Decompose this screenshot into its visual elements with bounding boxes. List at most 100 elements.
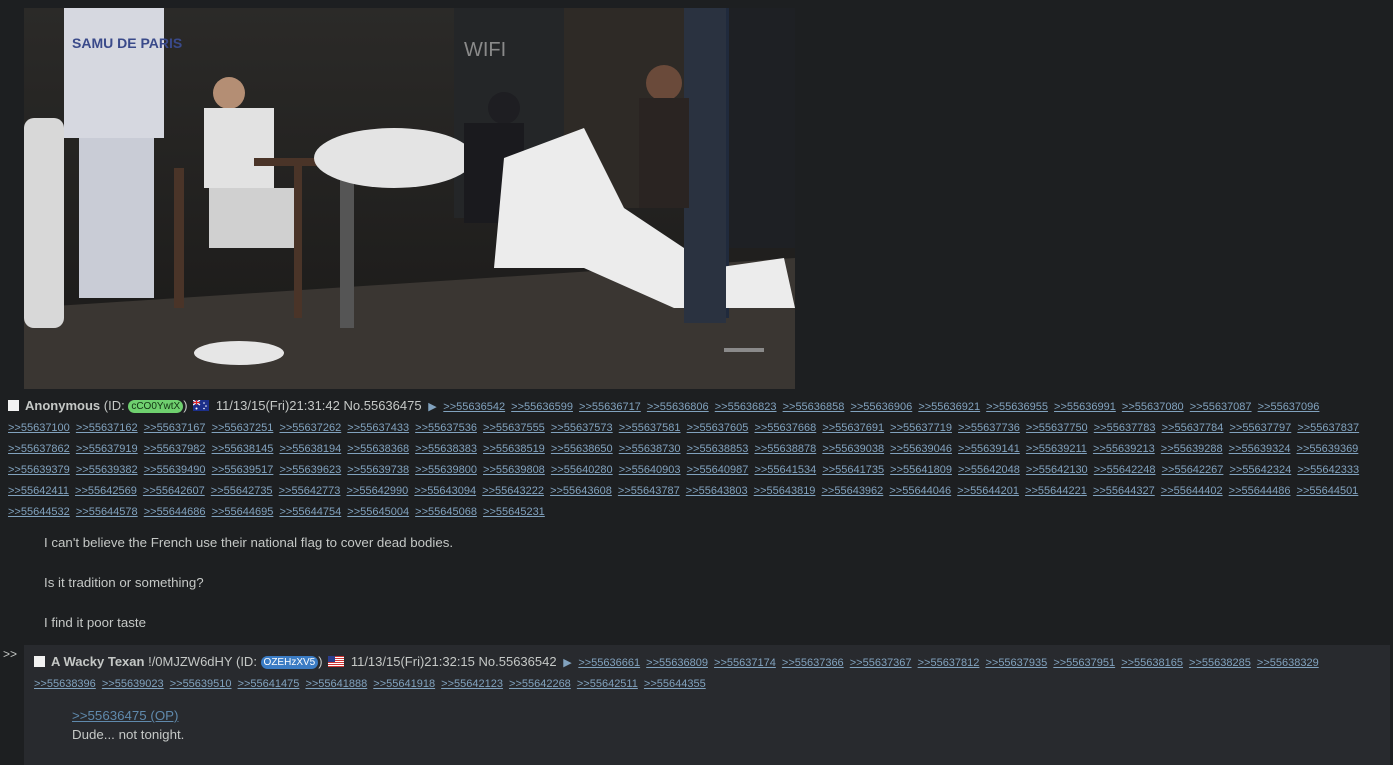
backlink[interactable]: >>55636955	[986, 401, 1048, 413]
backlink[interactable]: >>55642773	[279, 485, 341, 497]
backlink[interactable]: >>55639324	[1229, 443, 1291, 455]
backlink[interactable]: >>55639141	[958, 443, 1020, 455]
backlink[interactable]: >>55637982	[144, 443, 206, 455]
backlink[interactable]: >>55644578	[76, 506, 138, 518]
backlink[interactable]: >>55637783	[1094, 422, 1156, 434]
backlink[interactable]: >>55642267	[1162, 464, 1224, 476]
backlink[interactable]: >>55639038	[822, 443, 884, 455]
reply-select-checkbox[interactable]	[34, 656, 45, 667]
backlink[interactable]: >>55636906	[850, 401, 912, 413]
backlink[interactable]: >>55636542	[443, 401, 505, 413]
backlink[interactable]: >>55637162	[76, 422, 138, 434]
backlink[interactable]: >>55639369	[1297, 443, 1359, 455]
backlink[interactable]: >>55639023	[102, 678, 164, 690]
backlink[interactable]: >>55640280	[551, 464, 613, 476]
backlink[interactable]: >>55638285	[1189, 657, 1251, 669]
backlink[interactable]: >>55637605	[687, 422, 749, 434]
backlink[interactable]: >>55636991	[1054, 401, 1116, 413]
backlink[interactable]: >>55642569	[75, 485, 137, 497]
backlink[interactable]: >>55640987	[687, 464, 749, 476]
backlink[interactable]: >>55641534	[754, 464, 816, 476]
post-menu-arrow-icon[interactable]: ▶	[428, 398, 436, 417]
op-poster-id[interactable]: cCO0YwtX	[128, 400, 184, 413]
backlink[interactable]: >>55638396	[34, 678, 96, 690]
backlink[interactable]: >>55641735	[822, 464, 884, 476]
op-image[interactable]: WIFI SAMU DE PARIS	[24, 8, 795, 389]
backlink[interactable]: >>55642324	[1229, 464, 1291, 476]
backlink[interactable]: >>55637691	[822, 422, 884, 434]
backlink[interactable]: >>55637087	[1190, 401, 1252, 413]
backlink[interactable]: >>55636661	[578, 657, 640, 669]
backlink[interactable]: >>55639211	[1026, 443, 1087, 455]
backlink[interactable]: >>55643222	[482, 485, 544, 497]
op-select-checkbox[interactable]	[8, 400, 19, 411]
backlink[interactable]: >>55639738	[347, 464, 409, 476]
backlink[interactable]: >>55637935	[985, 657, 1047, 669]
backlink[interactable]: >>55644754	[279, 506, 341, 518]
backlink[interactable]: >>55637366	[782, 657, 844, 669]
backlink[interactable]: >>55638519	[483, 443, 545, 455]
backlink[interactable]: >>55644221	[1025, 485, 1087, 497]
backlink[interactable]: >>55636921	[918, 401, 980, 413]
backlink[interactable]: >>55643962	[822, 485, 884, 497]
backlink[interactable]: >>55644486	[1229, 485, 1291, 497]
backlink[interactable]: >>55642333	[1297, 464, 1359, 476]
backlink[interactable]: >>55639517	[212, 464, 274, 476]
backlink[interactable]: >>55641809	[890, 464, 952, 476]
backlink[interactable]: >>55642048	[958, 464, 1020, 476]
backlink[interactable]: >>55645004	[347, 506, 409, 518]
backlink[interactable]: >>55639808	[483, 464, 545, 476]
backlink[interactable]: >>55644501	[1297, 485, 1359, 497]
backlink[interactable]: >>55638383	[415, 443, 477, 455]
backlink[interactable]: >>55644695	[212, 506, 274, 518]
backlink[interactable]: >>55642130	[1026, 464, 1088, 476]
backlink[interactable]: >>55639510	[170, 678, 232, 690]
backlink[interactable]: >>55642990	[346, 485, 408, 497]
backlink[interactable]: >>55644532	[8, 506, 70, 518]
backlink[interactable]: >>55643608	[550, 485, 612, 497]
backlink[interactable]: >>55639213	[1093, 443, 1155, 455]
backlink[interactable]: >>55637862	[8, 443, 70, 455]
backlink[interactable]: >>55637573	[551, 422, 613, 434]
backlink[interactable]: >>55643094	[414, 485, 476, 497]
backlink[interactable]: >>55639623	[279, 464, 341, 476]
backlink[interactable]: >>55637797	[1229, 422, 1291, 434]
backlink[interactable]: >>55638165	[1121, 657, 1183, 669]
backlink[interactable]: >>55641888	[305, 678, 367, 690]
backlink[interactable]: >>55645068	[415, 506, 477, 518]
backlink[interactable]: >>55637750	[1026, 422, 1088, 434]
backlink[interactable]: >>55637837	[1297, 422, 1359, 434]
backlink[interactable]: >>55639379	[8, 464, 70, 476]
backlink[interactable]: >>55636823	[715, 401, 777, 413]
backlink[interactable]: >>55637812	[918, 657, 980, 669]
quote-link[interactable]: >>55636475 (OP)	[72, 708, 178, 723]
backlink[interactable]: >>55644327	[1093, 485, 1155, 497]
backlink[interactable]: >>55644201	[957, 485, 1019, 497]
backlink[interactable]: >>55639046	[890, 443, 952, 455]
backlink[interactable]: >>55637174	[714, 657, 776, 669]
backlink[interactable]: >>55636599	[511, 401, 573, 413]
backlink[interactable]: >>55638730	[619, 443, 681, 455]
backlink[interactable]: >>55637919	[76, 443, 138, 455]
backlink[interactable]: >>55637251	[212, 422, 274, 434]
backlink[interactable]: >>55638145	[212, 443, 274, 455]
backlink[interactable]: >>55642607	[143, 485, 205, 497]
backlink[interactable]: >>55638853	[687, 443, 749, 455]
backlink[interactable]: >>55637433	[347, 422, 409, 434]
backlink[interactable]: >>55637167	[144, 422, 206, 434]
backlink[interactable]: >>55644355	[644, 678, 706, 690]
post-menu-arrow-icon[interactable]: ▶	[563, 654, 571, 673]
backlink[interactable]: >>55637784	[1162, 422, 1224, 434]
backlink[interactable]: >>55639382	[76, 464, 138, 476]
backlink[interactable]: >>55644402	[1161, 485, 1223, 497]
backlink[interactable]: >>55644046	[889, 485, 951, 497]
backlink[interactable]: >>55644686	[144, 506, 206, 518]
backlink[interactable]: >>55643819	[754, 485, 816, 497]
reply-poster-id[interactable]: OZEHzXV5	[260, 656, 319, 669]
backlink[interactable]: >>55639800	[415, 464, 477, 476]
backlink[interactable]: >>55637080	[1122, 401, 1184, 413]
backlink[interactable]: >>55642511	[577, 678, 638, 690]
backlink[interactable]: >>55638194	[279, 443, 341, 455]
backlink[interactable]: >>55637367	[850, 657, 912, 669]
backlink[interactable]: >>55642735	[211, 485, 273, 497]
